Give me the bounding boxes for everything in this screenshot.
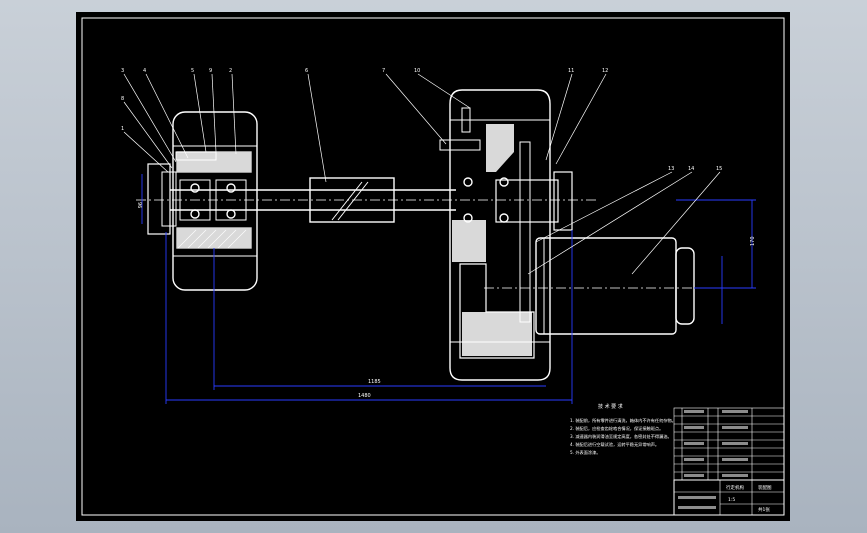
title-block-text: 行走机构 装配图 1:5 共1张 (726, 484, 772, 513)
assembly-drawing: 1480 1185 170 96 3 4 5 1 8 9 2 6 7 10 11… (81, 17, 785, 516)
balloon-label: 10 (414, 68, 420, 74)
balloon-label: 4 (143, 68, 146, 74)
balloon-label: 6 (305, 68, 308, 74)
drawing-sheet: 共1张 (758, 506, 770, 513)
dim-pitch-length: 1185 (368, 379, 381, 385)
cad-drawing-viewport[interactable]: 1480 1185 170 96 3 4 5 1 8 9 2 6 7 10 11… (76, 12, 790, 521)
parts-list-marks (678, 410, 748, 509)
dimension-lines (141, 174, 756, 404)
drawing-number: 装配图 (758, 484, 772, 491)
note-line: 1. 装配前，所有零件进行清洗，箱体内不许有任何杂物。 (570, 417, 676, 424)
note-line: 4. 装配后进行空载试验，运转平稳无异常响声。 (570, 441, 659, 448)
technical-requirements: 技 术 要 求 1. 装配前，所有零件进行清洗，箱体内不许有任何杂物。 2. 装… (570, 403, 676, 456)
balloon-label: 12 (602, 68, 608, 74)
drawing-name: 行走机构 (726, 484, 744, 491)
dim-end-width: 96 (136, 202, 142, 208)
balloon-label: 13 (668, 166, 674, 172)
drive-shaft (136, 177, 596, 223)
balloon-label: 11 (568, 68, 574, 74)
balloon-label: 3 (121, 68, 124, 74)
screen: 1480 1185 170 96 3 4 5 1 8 9 2 6 7 10 11… (0, 0, 867, 533)
balloon-label: 5 (191, 68, 194, 74)
left-wheel-assembly (147, 111, 258, 291)
balloon-label: 15 (716, 166, 722, 172)
note-line: 3. 减速器内装润滑油至规定高度，各密封处不得漏油。 (570, 433, 672, 440)
drawing-scale: 1:5 (728, 497, 735, 503)
notes-title: 技 术 要 求 (598, 403, 623, 410)
dim-height: 170 (750, 236, 756, 246)
balloon-label: 7 (382, 68, 385, 74)
balloon-label: 1 (121, 126, 124, 132)
drawing-frame (81, 17, 785, 516)
balloon-label: 8 (121, 96, 124, 102)
balloon-label: 14 (688, 166, 694, 172)
balloon-label: 9 (209, 68, 212, 74)
balloon-label: 2 (229, 68, 232, 74)
note-line: 2. 装配后，应检查齿轮啮合情况，保证接触斑点。 (570, 425, 663, 432)
note-line: 5. 外表面涂漆。 (570, 449, 600, 456)
dim-overall-length: 1480 (358, 393, 371, 399)
